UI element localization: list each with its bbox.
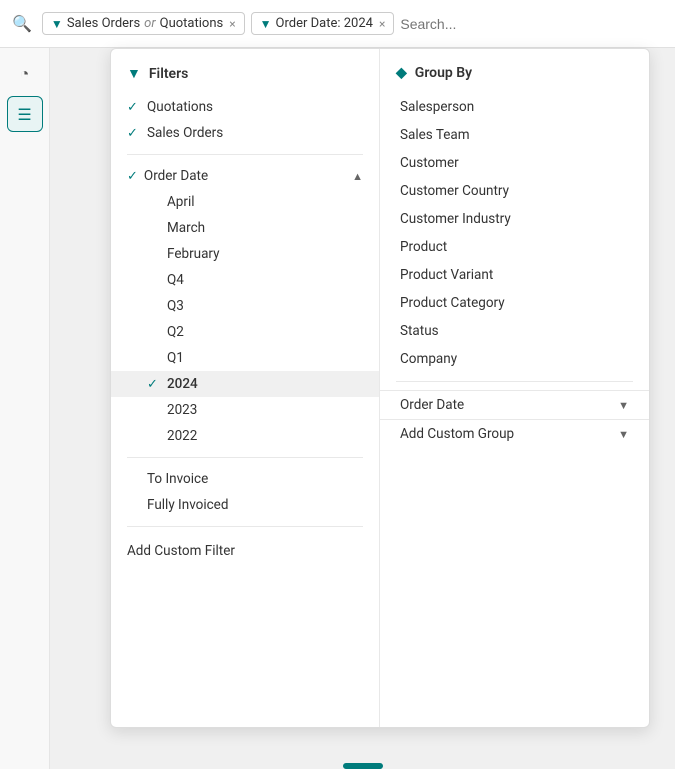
groupby-salesperson-label: Salesperson (400, 99, 474, 115)
search-input[interactable] (400, 16, 667, 32)
view-area: ◔ ☰ ▼ Filters ✓ Quotations ✓ Sales Or (0, 48, 675, 769)
pie-chart-icon: ◔ (20, 64, 30, 84)
fully-invoiced-filter[interactable]: ✓ Fully Invoiced (111, 492, 379, 518)
quotations-filter[interactable]: ✓ Quotations (111, 94, 379, 120)
filters-header-icon: ▼ (127, 65, 141, 82)
q4-label: Q4 (167, 272, 184, 288)
february-subitem[interactable]: ✓ February (111, 241, 379, 267)
groupby-status-label: Status (400, 323, 439, 339)
groupby-customer-label: Customer (400, 155, 459, 171)
quotations-label: Quotations (147, 99, 213, 115)
april-subitem[interactable]: ✓ April (111, 189, 379, 215)
filter-tag-label2: Quotations (160, 16, 224, 31)
divider-1 (127, 154, 363, 155)
scroll-indicator (343, 763, 383, 769)
groupby-header: ◆ Group By (380, 65, 649, 93)
q3-label: Q3 (167, 298, 184, 314)
order-date-collapse-icon: ▲ (352, 170, 363, 183)
dropdown-panel: ▼ Filters ✓ Quotations ✓ Sales Orders ✓ … (110, 48, 650, 728)
add-custom-filter-link[interactable]: Add Custom Filter (111, 535, 379, 567)
order-date-check-icon: ✓ (127, 169, 138, 184)
groupby-customer-country-label: Customer Country (400, 183, 509, 199)
filters-title: Filters (149, 66, 188, 82)
groupby-company[interactable]: Company (380, 345, 649, 373)
close-tag1-icon[interactable]: × (229, 17, 235, 31)
sales-orders-label: Sales Orders (147, 125, 223, 141)
year-2022-subitem[interactable]: ✓ 2022 (111, 423, 379, 449)
sidebar-icons: ◔ ☰ (0, 48, 50, 769)
order-date-filter[interactable]: ✓ Order Date ▲ (111, 163, 379, 189)
groupby-salesperson[interactable]: Salesperson (380, 93, 649, 121)
add-custom-group-arrow-icon: ▼ (618, 428, 629, 441)
filter-tag-sales[interactable]: ▼ Sales Orders or Quotations × (42, 12, 245, 35)
q3-subitem[interactable]: ✓ Q3 (111, 293, 379, 319)
order-date-dropdown[interactable]: Order Date ▼ (380, 390, 649, 419)
year-2024-check: ✓ (147, 377, 161, 392)
or-text: or (144, 16, 155, 31)
search-bar: 🔍 ▼ Sales Orders or Quotations × ▼ Order… (0, 0, 675, 48)
q1-label: Q1 (167, 350, 184, 366)
march-subitem[interactable]: ✓ March (111, 215, 379, 241)
q2-label: Q2 (167, 324, 184, 340)
filter-icon-2: ▼ (260, 17, 272, 31)
add-custom-filter-label: Add Custom Filter (127, 543, 235, 559)
year-2023-label: 2023 (167, 402, 197, 418)
filter-tag-date[interactable]: ▼ Order Date: 2024 × (251, 12, 395, 35)
divider-3 (127, 526, 363, 527)
groupby-status[interactable]: Status (380, 317, 649, 345)
list-view-icon: ☰ (17, 105, 31, 124)
fully-invoiced-label: Fully Invoiced (147, 497, 228, 513)
groupby-customer[interactable]: Customer (380, 149, 649, 177)
pie-chart-icon-btn[interactable]: ◔ (7, 56, 43, 92)
main-content: ▼ Filters ✓ Quotations ✓ Sales Orders ✓ … (50, 48, 675, 769)
search-icon[interactable]: 🔍 (8, 10, 36, 37)
quotations-check-icon: ✓ (127, 100, 141, 115)
february-label: February (167, 246, 220, 262)
groupby-customer-industry-label: Customer Industry (400, 211, 511, 227)
filter-icon-1: ▼ (51, 17, 63, 31)
year-2023-subitem[interactable]: ✓ 2023 (111, 397, 379, 423)
groupby-header-icon: ◆ (396, 65, 407, 81)
q1-subitem[interactable]: ✓ Q1 (111, 345, 379, 371)
groupby-company-label: Company (400, 351, 457, 367)
divider-2 (127, 457, 363, 458)
march-label: March (167, 220, 205, 236)
groupby-sales-team-label: Sales Team (400, 127, 470, 143)
filters-header: ▼ Filters (111, 65, 379, 94)
order-date-label: Order Date (144, 168, 208, 184)
groupby-product[interactable]: Product (380, 233, 649, 261)
sales-orders-check-icon: ✓ (127, 126, 141, 141)
add-custom-group-label: Add Custom Group (400, 426, 514, 442)
groupby-column: ◆ Group By Salesperson Sales Team Custom… (380, 49, 649, 727)
filter-tag-date-label: Order Date: 2024 (276, 16, 373, 31)
close-tag2-icon[interactable]: × (379, 17, 385, 31)
groupby-product-variant[interactable]: Product Variant (380, 261, 649, 289)
groupby-title: Group By (415, 65, 472, 81)
year-2022-label: 2022 (167, 428, 197, 444)
groupby-sales-team[interactable]: Sales Team (380, 121, 649, 149)
q2-subitem[interactable]: ✓ Q2 (111, 319, 379, 345)
groupby-product-category[interactable]: Product Category (380, 289, 649, 317)
year-2024-label: 2024 (167, 376, 198, 392)
april-label: April (167, 194, 195, 210)
order-date-dropdown-label: Order Date (400, 397, 464, 413)
to-invoice-filter[interactable]: ✓ To Invoice (111, 466, 379, 492)
filter-tag-label1: Sales Orders (67, 16, 140, 31)
q4-subitem[interactable]: ✓ Q4 (111, 267, 379, 293)
groupby-product-category-label: Product Category (400, 295, 505, 311)
list-view-icon-btn[interactable]: ☰ (7, 96, 43, 132)
filters-column: ▼ Filters ✓ Quotations ✓ Sales Orders ✓ … (111, 49, 380, 727)
sales-orders-filter[interactable]: ✓ Sales Orders (111, 120, 379, 146)
groupby-product-variant-label: Product Variant (400, 267, 493, 283)
year-2024-subitem[interactable]: ✓ 2024 (111, 371, 379, 397)
to-invoice-label: To Invoice (147, 471, 208, 487)
groupby-customer-industry[interactable]: Customer Industry (380, 205, 649, 233)
add-custom-group-dropdown[interactable]: Add Custom Group ▼ (380, 419, 649, 448)
order-date-dropdown-arrow-icon: ▼ (618, 399, 629, 412)
groupby-product-label: Product (400, 239, 447, 255)
groupby-customer-country[interactable]: Customer Country (380, 177, 649, 205)
groupby-divider-1 (396, 381, 633, 382)
